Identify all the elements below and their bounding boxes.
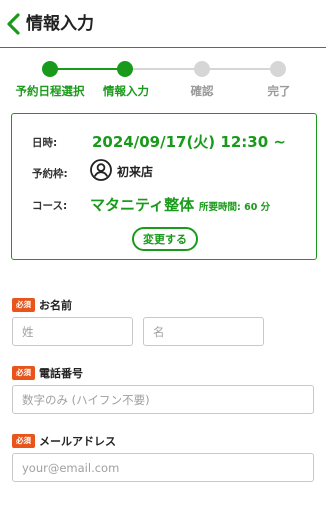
back-button[interactable] [2, 10, 24, 38]
duration-text: 所要時間: 60 分 [199, 202, 271, 213]
datetime-label: 日時: [32, 137, 58, 149]
required-badge: 必須 [12, 366, 35, 380]
change-button[interactable]: 変更する [132, 227, 198, 251]
datetime-value: 2024/09/17(火) 12:30 ~ [92, 133, 286, 151]
page-title: 情報入力 [26, 14, 94, 34]
progress-stepper: 予約日程選択 情報入力 確認 完了 [0, 58, 326, 102]
step-connector-1 [50, 68, 125, 70]
slot-label: 予約枠: [32, 168, 68, 180]
required-badge: 必須 [12, 298, 35, 312]
booking-summary-card: 日時: 2024/09/17(火) 12:30 ~ 予約枠: 初来店 コース: … [11, 113, 317, 260]
first-name-input[interactable] [143, 317, 264, 346]
last-name-input[interactable] [12, 317, 133, 346]
step-label-4: 完了 [267, 84, 291, 98]
step-dot-1 [42, 61, 58, 77]
step-dot-3 [194, 61, 210, 77]
email-input[interactable] [12, 453, 314, 482]
app-header: 情報入力 [0, 0, 326, 48]
phone-input[interactable] [12, 385, 314, 414]
chevron-left-icon [7, 13, 20, 35]
phone-field-header: 必須 電話番号 [12, 365, 83, 381]
person-icon [90, 159, 112, 181]
slot-value: 初来店 [117, 165, 154, 179]
email-field-header: 必須 メールアドレス [12, 433, 116, 449]
name-field-header: 必須 お名前 [12, 297, 72, 313]
step-label-1: 予約日程選択 [15, 84, 85, 98]
name-label: お名前 [39, 299, 72, 312]
phone-label: 電話番号 [39, 367, 83, 380]
course-value: マタニティ整体 [90, 196, 195, 214]
step-dot-4 [270, 61, 286, 77]
step-dot-2 [117, 61, 133, 77]
step-label-3: 確認 [190, 84, 214, 98]
required-badge: 必須 [12, 434, 35, 448]
course-label: コース: [32, 200, 68, 212]
step-connector-3 [202, 68, 278, 70]
email-label: メールアドレス [39, 435, 116, 448]
step-label-2: 情報入力 [103, 84, 149, 98]
step-connector-2 [125, 68, 202, 70]
